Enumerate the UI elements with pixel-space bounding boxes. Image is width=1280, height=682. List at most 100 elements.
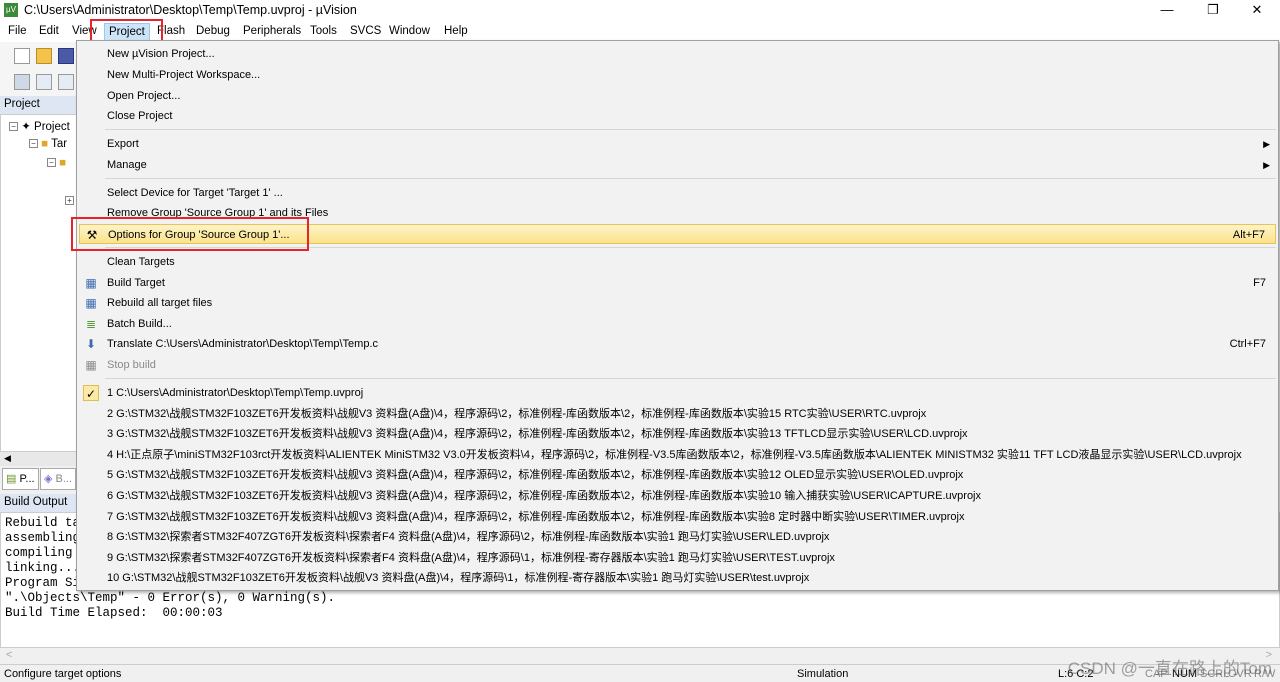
project-horizontal-scrollbar[interactable]: ◀	[0, 452, 78, 466]
build-icon: ▦	[85, 276, 97, 290]
menu-item-open-project[interactable]: Open Project...	[79, 86, 1276, 106]
menu-help[interactable]: Help	[444, 25, 468, 37]
recent-project-10[interactable]: 10 G:\STM32\战舰STM32F103ZET6开发板资料\战舰V3 资料…	[79, 568, 1276, 588]
build-icon[interactable]	[36, 74, 52, 90]
status-message: Configure target options	[4, 668, 122, 680]
save-icon[interactable]	[58, 48, 74, 64]
minimize-button[interactable]: —	[1144, 0, 1190, 22]
rebuild-icon: ▦	[85, 296, 97, 310]
tree-label: Tar	[51, 138, 68, 150]
item-label: Select Device for Target 'Target 1' ...	[107, 187, 283, 199]
item-label: Stop build	[107, 359, 156, 371]
menu-item-close-project[interactable]: Close Project	[79, 106, 1276, 126]
tree-node-target[interactable]: − ■ Tar	[29, 138, 67, 150]
item-label: 7 G:\STM32\战舰STM32F103ZET6开发板资料\战舰V3 资料盘…	[107, 511, 965, 523]
item-label: 2 G:\STM32\战舰STM32F103ZET6开发板资料\战舰V3 资料盘…	[107, 408, 927, 420]
build-toolbar	[0, 70, 78, 96]
item-label: Export	[107, 138, 139, 150]
menu-item-new-workspace[interactable]: New Multi-Project Workspace...	[79, 65, 1276, 85]
item-label: 6 G:\STM32\战舰STM32F103ZET6开发板资料\战舰V3 资料盘…	[107, 490, 982, 502]
translate-icon[interactable]	[14, 74, 30, 90]
menu-item-rebuild-all[interactable]: ▦ Rebuild all target files	[79, 293, 1276, 313]
item-label: Batch Build...	[107, 318, 172, 330]
recent-project-6[interactable]: 6 G:\STM32\战舰STM32F103ZET6开发板资料\战舰V3 资料盘…	[79, 486, 1276, 506]
menu-file[interactable]: File	[8, 25, 27, 37]
recent-project-9[interactable]: 9 G:\STM32\探索者STM32F407ZGT6开发板资料\探索者F4 资…	[79, 548, 1276, 568]
menu-item-export[interactable]: Export ▶	[79, 134, 1276, 154]
item-label: Translate C:\Users\Administrator\Desktop…	[107, 338, 379, 350]
close-button[interactable]: ✕	[1234, 0, 1280, 22]
item-label: Manage	[107, 159, 147, 171]
project-pane-header: Project	[0, 96, 78, 114]
menu-tools[interactable]: Tools	[310, 25, 337, 37]
menu-item-manage[interactable]: Manage ▶	[79, 155, 1276, 175]
tab-label: P...	[19, 473, 35, 485]
menu-item-clean-targets[interactable]: Clean Targets	[79, 252, 1276, 272]
item-label: New Multi-Project Workspace...	[107, 69, 261, 81]
item-label: New µVision Project...	[107, 48, 215, 60]
menu-edit[interactable]: Edit	[39, 25, 59, 37]
recent-project-5[interactable]: 5 G:\STM32\战舰STM32F103ZET6开发板资料\战舰V3 资料盘…	[79, 465, 1276, 485]
batch-build-icon: ≣	[85, 317, 97, 331]
menu-separator	[105, 378, 1276, 379]
tree-node-group[interactable]: − ■	[47, 157, 66, 169]
menu-item-translate[interactable]: ⬇ Translate C:\Users\Administrator\Deskto…	[79, 334, 1276, 354]
menu-item-new-project[interactable]: New µVision Project...	[79, 44, 1276, 64]
maximize-button[interactable]: ❐	[1190, 0, 1236, 22]
item-label: Close Project	[107, 110, 173, 122]
rebuild-icon[interactable]	[58, 74, 74, 90]
menu-separator	[105, 178, 1276, 179]
tree-label: Project	[34, 121, 70, 133]
tab-label: B...	[55, 473, 73, 485]
watermark: CSDN @一直在路上的Tom	[1067, 659, 1272, 678]
status-mode: Simulation	[797, 668, 849, 680]
submenu-arrow-icon: ▶	[1263, 160, 1270, 170]
annotation-box-options	[71, 217, 309, 251]
uvision-app-icon: µV	[4, 3, 18, 17]
output-line: ".\Objects\Temp" - 0 Error(s), 0 Warning…	[5, 591, 336, 605]
tree-node-file[interactable]: +	[65, 195, 74, 207]
stop-build-icon: ▦	[85, 358, 97, 372]
new-file-icon[interactable]	[14, 48, 30, 64]
item-label: 5 G:\STM32\战舰STM32F103ZET6开发板资料\战舰V3 资料盘…	[107, 469, 964, 481]
output-line: Build Time Elapsed: 00:00:03	[5, 606, 223, 620]
recent-project-3[interactable]: 3 G:\STM32\战舰STM32F103ZET6开发板资料\战舰V3 资料盘…	[79, 424, 1276, 444]
submenu-arrow-icon: ▶	[1263, 139, 1270, 149]
tree-node-project[interactable]: − ✦ Project	[9, 119, 70, 133]
build-output-header: Build Output	[0, 494, 78, 512]
menu-separator	[105, 129, 1276, 130]
item-label: 9 G:\STM32\探索者STM32F407ZGT6开发板资料\探索者F4 资…	[107, 552, 835, 564]
menu-svcs[interactable]: SVCS	[350, 25, 381, 37]
recent-project-4[interactable]: 4 H:\正点原子\miniSTM32F103rct开发板资料\ALIENTEK…	[79, 445, 1276, 465]
recent-project-1[interactable]: ✓ 1 C:\Users\Administrator\Desktop\Temp\T…	[79, 383, 1276, 403]
shortcut-label: Alt+F7	[1232, 229, 1265, 241]
recent-project-8[interactable]: 8 G:\STM32\探索者STM32F407ZGT6开发板资料\探索者F4 资…	[79, 527, 1276, 547]
item-label: 8 G:\STM32\探索者STM32F407ZGT6开发板资料\探索者F4 资…	[107, 531, 830, 543]
menu-bar: File Edit View Project Flash Debug Perip…	[0, 22, 1280, 42]
item-label: 3 G:\STM32\战舰STM32F103ZET6开发板资料\战舰V3 资料盘…	[107, 428, 968, 440]
pane-tabs: ▤ P... ◈ B...	[0, 466, 78, 492]
translate-icon: ⬇	[85, 337, 97, 351]
menu-item-batch-build[interactable]: ≣ Batch Build...	[79, 314, 1276, 334]
open-folder-icon[interactable]	[36, 48, 52, 64]
title-bar: µV C:\Users\Administrator\Desktop\Temp\T…	[0, 0, 1280, 22]
item-label: 10 G:\STM32\战舰STM32F103ZET6开发板资料\战舰V3 资料…	[107, 572, 810, 584]
recent-project-7[interactable]: 7 G:\STM32\战舰STM32F103ZET6开发板资料\战舰V3 资料盘…	[79, 507, 1276, 527]
menu-peripherals[interactable]: Peripherals	[243, 25, 301, 37]
menu-debug[interactable]: Debug	[196, 25, 230, 37]
menu-item-build-target[interactable]: ▦ Build Target F7	[79, 273, 1276, 293]
item-label: Build Target	[107, 277, 165, 289]
tab-project[interactable]: ▤ P...	[2, 468, 39, 490]
item-label: Open Project...	[107, 90, 181, 102]
recent-project-2[interactable]: 2 G:\STM32\战舰STM32F103ZET6开发板资料\战舰V3 资料盘…	[79, 404, 1276, 424]
item-label: 4 H:\正点原子\miniSTM32F103rct开发板资料\ALIENTEK…	[107, 449, 1242, 461]
tab-books[interactable]: ◈ B...	[40, 468, 77, 490]
item-label: Clean Targets	[107, 256, 175, 268]
item-label: Rebuild all target files	[107, 297, 213, 309]
project-menu-dropdown: New µVision Project... New Multi-Project…	[76, 40, 1279, 591]
menu-item-select-device[interactable]: Select Device for Target 'Target 1' ...	[79, 183, 1276, 203]
menu-item-stop-build: ▦ Stop build	[79, 355, 1276, 375]
shortcut-label: Ctrl+F7	[1229, 338, 1266, 350]
menu-window[interactable]: Window	[389, 25, 430, 37]
checkmark-icon: ✓	[83, 385, 99, 401]
